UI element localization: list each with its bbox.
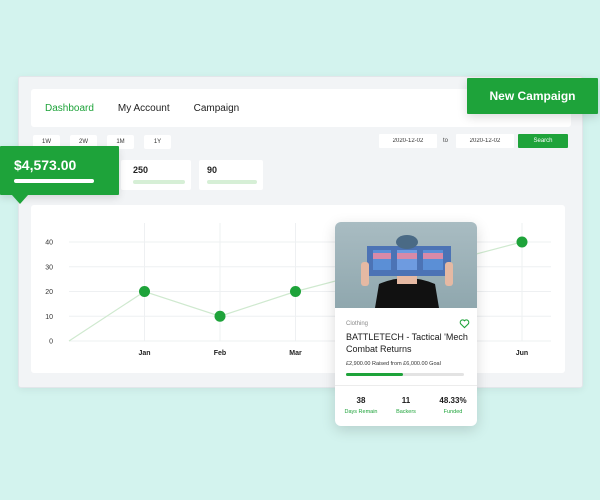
data-point <box>139 286 150 297</box>
y-tick-label: 40 <box>45 240 53 247</box>
search-button[interactable]: Search <box>518 134 569 148</box>
stat-number: 48.33% <box>439 396 467 405</box>
stat-funded: 48.33% Funded <box>431 396 475 415</box>
campaign-progress <box>346 373 464 376</box>
date-controls: to Search <box>379 134 569 148</box>
campaign-image <box>335 222 477 308</box>
campaign-card[interactable]: Clothing BATTLETECH - Tactical 'Mech Com… <box>335 222 477 426</box>
line-chart: 0 10 20 30 40 Jan Feb Mar Jun <box>45 223 551 357</box>
x-tick-label: Jun <box>516 350 528 357</box>
balance-card: $4,573.00 <box>0 146 119 204</box>
date-from-input[interactable] <box>379 134 437 148</box>
data-point <box>214 310 226 322</box>
date-to-input[interactable] <box>456 134 515 148</box>
heart-icon[interactable] <box>459 318 470 329</box>
campaign-raised: £2,900.00 Raised from £6,000.00 Goal <box>346 361 441 367</box>
x-tick-label: Mar <box>289 350 302 357</box>
stat-bar <box>207 180 257 184</box>
stat-label: Backers <box>396 409 416 415</box>
nav-campaign[interactable]: Campaign <box>194 103 240 114</box>
nav-dashboard[interactable]: Dashboard <box>45 103 94 114</box>
stat-bar <box>133 180 185 184</box>
dashboard-window: Dashboard My Account Campaign 1W 2W 1M 1… <box>18 76 583 388</box>
new-campaign-button[interactable]: New Campaign <box>467 78 598 114</box>
data-point <box>290 286 301 297</box>
chart-panel: 0 10 20 30 40 Jan Feb Mar Jun <box>31 205 565 373</box>
stat-card-1: 250 <box>121 160 191 190</box>
stat-value: 250 <box>133 165 149 175</box>
x-tick-label: Jan <box>138 350 150 357</box>
stat-label: Funded <box>443 409 463 415</box>
y-tick-label: 0 <box>49 339 53 346</box>
stat-card-2: 90 <box>199 160 263 190</box>
balance-pointer <box>12 195 28 204</box>
campaign-category: Clothing <box>346 321 369 327</box>
stat-value: 90 <box>207 165 218 175</box>
nav-my-account[interactable]: My Account <box>118 103 170 114</box>
data-point <box>516 236 528 248</box>
stat-label: Days Remain <box>344 409 378 415</box>
y-tick-label: 20 <box>45 289 53 296</box>
stat-days-remain: 38 Days Remain <box>339 396 383 415</box>
campaign-title[interactable]: BATTLETECH - Tactical 'Mech Combat Retur… <box>346 331 470 355</box>
balance-bar <box>14 179 94 183</box>
y-tick-label: 30 <box>45 264 53 271</box>
stat-backers: 11 Backers <box>384 396 428 415</box>
date-to-label: to <box>443 138 449 144</box>
stat-number: 11 <box>401 396 411 405</box>
campaign-progress-fill <box>346 373 403 376</box>
y-tick-label: 10 <box>45 314 53 321</box>
card-divider <box>335 385 477 386</box>
balance-amount: $4,573.00 <box>14 157 77 173</box>
x-tick-label: Feb <box>214 350 226 357</box>
range-1y-button[interactable]: 1Y <box>144 135 171 149</box>
stat-number: 38 <box>356 396 366 405</box>
